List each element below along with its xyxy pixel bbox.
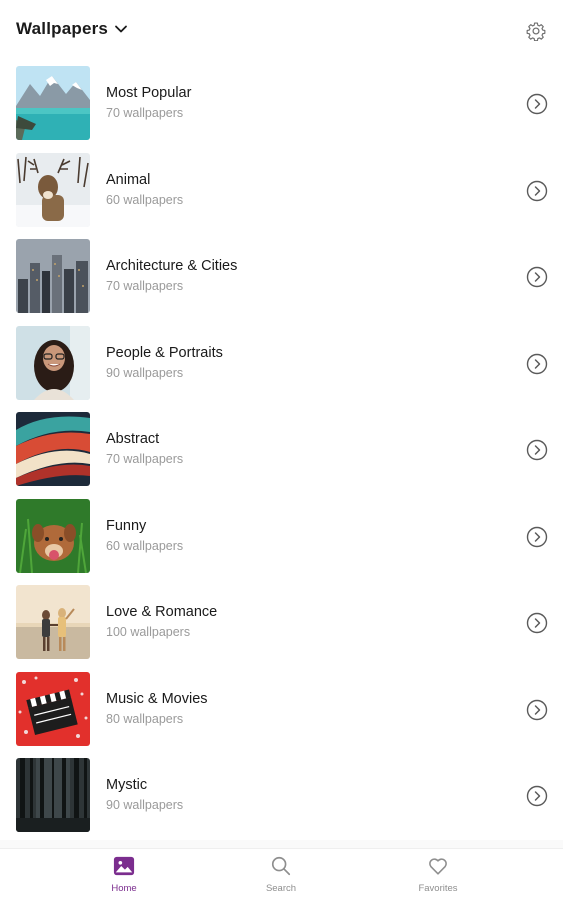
- page-title: Wallpapers: [16, 19, 109, 38]
- category-name: Most Popular: [106, 85, 192, 101]
- category-row-mystic[interactable]: Mystic 90 wallpapers: [0, 754, 563, 841]
- chevron-down-icon: [115, 25, 127, 33]
- chevron-right-circle-icon[interactable]: [526, 526, 548, 548]
- wallpaper-count: 90 wallpapers: [106, 798, 184, 812]
- chevron-right-circle-icon[interactable]: [526, 439, 548, 461]
- nav-label-favorites: Favorites: [418, 883, 458, 894]
- woman-portrait-thumbnail: [16, 325, 90, 400]
- couple-beach-thumbnail: [16, 585, 90, 659]
- category-row-abstract[interactable]: Abstract 70 wallpapers: [0, 408, 563, 495]
- chevron-right-circle-icon[interactable]: [526, 353, 548, 375]
- category-row-animal[interactable]: Animal 60 wallpapers: [0, 149, 563, 236]
- wallpaper-count: 70 wallpapers: [106, 106, 184, 120]
- category-row-music-movies[interactable]: Music & Movies 80 wallpapers: [0, 668, 563, 755]
- wallpaper-count: 100 wallpapers: [106, 625, 191, 639]
- lake-mountains-thumbnail: [16, 66, 90, 140]
- clapperboard-thumbnail: [16, 671, 90, 746]
- category-name: Abstract: [106, 431, 160, 447]
- chevron-right-circle-icon[interactable]: [526, 699, 548, 721]
- category-name: Funny: [106, 517, 147, 534]
- wallpaper-count: 70 wallpapers: [106, 452, 184, 466]
- city-skyline-thumbnail: [16, 239, 90, 313]
- image-icon: [113, 856, 135, 876]
- nav-label-home: Home: [111, 883, 137, 894]
- dog-grass-thumbnail: [16, 498, 90, 573]
- category-dropdown[interactable]: Wallpapers: [16, 19, 128, 39]
- chevron-right-circle-icon[interactable]: [526, 180, 548, 202]
- category-row-people-portraits[interactable]: People & Portraits 90 wallpapers: [0, 322, 563, 409]
- deer-snow-thumbnail: [16, 152, 90, 227]
- category-name: Mystic: [106, 777, 148, 793]
- nav-tab-favorites[interactable]: Favorites: [393, 855, 483, 894]
- category-row-most-popular[interactable]: Most Popular 70 wallpapers: [0, 62, 563, 149]
- dark-forest-thumbnail: [16, 758, 90, 832]
- app-header: Wallpapers: [0, 0, 563, 62]
- nav-label-search: Search: [265, 883, 297, 894]
- category-row-love-romance[interactable]: Love & Romance 100 wallpapers: [0, 581, 563, 668]
- category-name: Architecture & Cities: [106, 258, 238, 274]
- bottom-navigation: Home Search Favorites: [0, 848, 563, 901]
- category-row-architecture-cities[interactable]: Architecture & Cities 70 wallpapers: [0, 235, 563, 322]
- category-row-funny[interactable]: Funny 60 wallpapers: [0, 495, 563, 582]
- wallpaper-count: 60 wallpapers: [106, 538, 184, 553]
- search-icon: [271, 856, 291, 876]
- abstract-paint-thumbnail: [16, 412, 90, 486]
- chevron-right-circle-icon[interactable]: [526, 266, 548, 288]
- chevron-right-circle-icon[interactable]: [526, 93, 548, 115]
- chevron-right-circle-icon[interactable]: [526, 612, 548, 634]
- wallpaper-count: 60 wallpapers: [106, 192, 184, 207]
- nav-tab-search[interactable]: Search: [236, 855, 326, 894]
- category-name: People & Portraits: [106, 344, 223, 361]
- wallpaper-count: 80 wallpapers: [106, 711, 184, 726]
- chevron-right-circle-icon[interactable]: [526, 785, 548, 807]
- gear-icon[interactable]: [526, 21, 546, 41]
- nav-tab-home[interactable]: Home: [79, 855, 169, 894]
- wallpaper-count: 90 wallpapers: [106, 365, 184, 380]
- category-name: Love & Romance: [106, 604, 218, 620]
- category-name: Animal: [106, 171, 151, 188]
- wallpaper-count: 70 wallpapers: [106, 279, 184, 293]
- category-name: Music & Movies: [106, 690, 208, 707]
- category-list: Most Popular 70 wallpapers Animal 60 wal…: [0, 62, 563, 841]
- heart-icon: [429, 858, 447, 875]
